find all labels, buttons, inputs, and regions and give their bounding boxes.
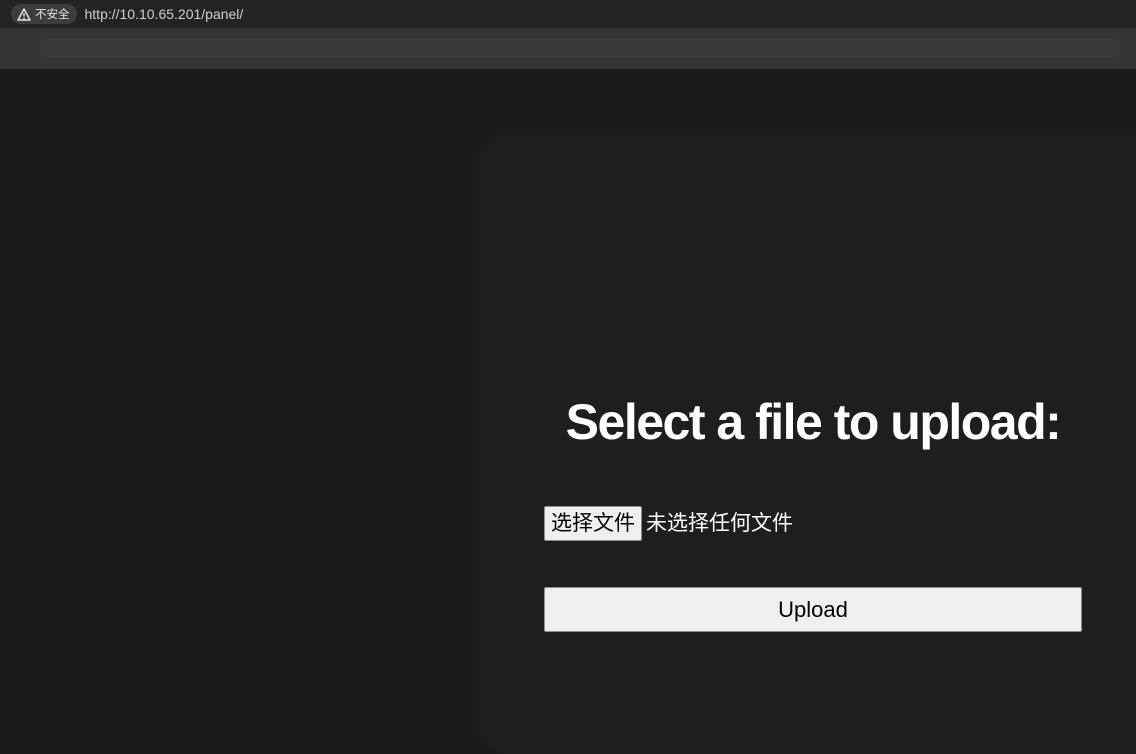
no-file-selected-label: 未选择任何文件 <box>646 511 793 535</box>
address-bar: 不安全 http://10.10.65.201/panel/ <box>0 0 1136 28</box>
bookmarks-bar <box>0 28 1136 69</box>
file-input-row: 选择文件 未选择任何文件 <box>544 506 793 541</box>
security-label: 不安全 <box>35 7 70 21</box>
url-text[interactable]: http://10.10.65.201/panel/ <box>85 6 244 22</box>
warning-triangle-icon <box>17 7 31 21</box>
upload-card: Select a file to upload: 选择文件 未选择任何文件 Up… <box>478 134 1136 754</box>
security-indicator[interactable]: 不安全 <box>11 4 77 24</box>
upload-title: Select a file to upload: <box>565 394 1062 450</box>
page-content: Select a file to upload: 选择文件 未选择任何文件 Up… <box>0 69 1136 754</box>
choose-file-button[interactable]: 选择文件 <box>544 506 642 541</box>
upload-button[interactable]: Upload <box>544 587 1082 632</box>
blurred-toolbar-content <box>40 38 1120 58</box>
